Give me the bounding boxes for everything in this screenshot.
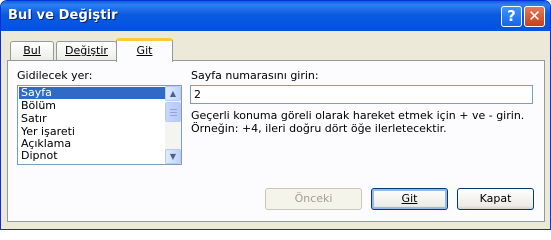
- list-item[interactable]: Bölüm: [19, 100, 167, 112]
- goto-hint-text: Geçerli konuma göreli olarak hareket etm…: [191, 109, 525, 135]
- list-item[interactable]: Satır: [19, 113, 167, 125]
- goto-what-label: Gidilecek yer:: [17, 69, 93, 82]
- tab-goto[interactable]: Git: [116, 38, 173, 62]
- title-bar[interactable]: Bul ve Değiştir ? ✕: [1, 1, 550, 31]
- page-number-label: Sayfa numarasını girin:: [191, 69, 319, 82]
- goto-what-listbox[interactable]: Sayfa Bölüm Satır Yer işareti Açıklama D…: [17, 85, 182, 165]
- scroll-thumb[interactable]: [165, 102, 181, 122]
- list-item[interactable]: Dipnot: [19, 150, 167, 162]
- help-button[interactable]: ?: [501, 6, 522, 27]
- close-button[interactable]: Kapat: [457, 188, 534, 210]
- page-number-input[interactable]: 2: [190, 85, 533, 104]
- tab-strip: Bul Değiştir Git: [7, 38, 547, 62]
- window-title: Bul ve Değiştir: [8, 8, 118, 23]
- previous-button[interactable]: Önceki: [265, 188, 362, 210]
- tab-replace[interactable]: Değiştir: [56, 41, 117, 61]
- scroll-down-arrow-icon[interactable]: ▼: [165, 149, 181, 164]
- find-replace-dialog: Bul ve Değiştir ? ✕ Bul Değiştir Git Gid…: [0, 0, 551, 230]
- tab-find[interactable]: Bul: [10, 41, 54, 61]
- close-window-button[interactable]: ✕: [524, 6, 545, 27]
- list-scrollbar[interactable]: ▲ ▼: [165, 86, 181, 164]
- goto-button[interactable]: Git: [371, 188, 448, 210]
- scroll-up-arrow-icon[interactable]: ▲: [165, 86, 181, 101]
- list-item[interactable]: Sayfa: [19, 87, 167, 99]
